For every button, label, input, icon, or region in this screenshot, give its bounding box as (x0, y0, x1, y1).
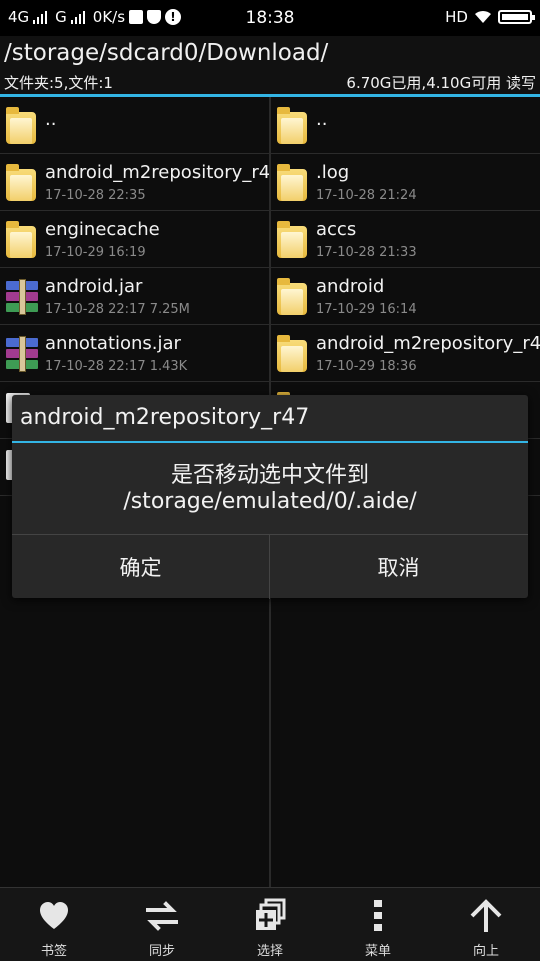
battery-icon (498, 10, 535, 24)
sync-label: 同步 (148, 944, 175, 959)
up-button[interactable]: 向上 (432, 888, 540, 961)
list-item[interactable]: android_m2repository_r47 17-10-28 22:35 (0, 154, 282, 211)
menu-label: 菜单 (364, 944, 391, 959)
status-right: HD (445, 8, 535, 26)
bookmarks-button[interactable]: 书签 (0, 888, 108, 961)
item-name: accs (316, 219, 357, 240)
bookmarks-label: 书签 (40, 944, 67, 959)
item-name: android.jar (45, 276, 143, 297)
item-meta: 17-10-28 21:33 (316, 245, 417, 260)
more-vertical-icon (374, 900, 382, 931)
folder-icon (6, 106, 36, 144)
move-confirm-dialog: android_m2repository_r47 是否移动选中文件到 /stor… (12, 395, 528, 599)
item-name: annotations.jar (45, 333, 181, 354)
arrow-up-icon (470, 899, 502, 932)
archive-icon (6, 334, 38, 372)
storage-info: 6.70G已用,4.10G可用 读写 (346, 74, 536, 92)
item-meta: 17-10-29 18:36 (316, 359, 417, 374)
item-name: android (316, 276, 385, 297)
item-name: android_m2repository_r47 (316, 333, 540, 354)
swap-arrows-icon (146, 901, 178, 931)
dialog-title-divider (12, 441, 528, 443)
bottom-toolbar: 书签 同步 选择 菜单 向上 (0, 887, 540, 961)
multi-select-icon (256, 898, 286, 930)
wifi-icon (474, 10, 492, 24)
select-label: 选择 (256, 944, 283, 959)
list-item[interactable]: android_m2repository_r47 17-10-29 18:36 (271, 325, 540, 382)
dialog-button-bar: 确定 取消 (12, 534, 528, 599)
hd-label: HD (445, 8, 468, 26)
item-meta: 17-10-28 22:17 1.43K (45, 359, 188, 374)
folder-icon (277, 277, 307, 315)
cancel-button[interactable]: 取消 (270, 535, 527, 599)
dialog-title: android_m2repository_r47 (20, 405, 310, 430)
item-meta: 17-10-29 16:19 (45, 245, 146, 260)
current-path[interactable]: /storage/sdcard0/Download/ (4, 40, 328, 66)
dialog-target-path: /storage/emulated/0/.aide/ (123, 489, 417, 514)
item-meta: 17-10-28 22:35 (45, 188, 146, 203)
list-item[interactable]: android 17-10-29 16:14 (271, 268, 540, 325)
select-button[interactable]: 选择 (216, 888, 324, 961)
sync-button[interactable]: 同步 (108, 888, 216, 961)
status-bar: 4G G 0K/s ! 18:38 HD (0, 0, 540, 36)
list-item[interactable]: accs 17-10-28 21:33 (271, 211, 540, 268)
item-meta: 17-10-29 16:14 (316, 302, 417, 317)
heart-icon (40, 902, 68, 929)
folder-icon (277, 220, 307, 258)
item-meta: 17-10-28 21:24 (316, 188, 417, 203)
folder-icon (277, 334, 307, 372)
item-counts: 文件夹:5,文件:1 (4, 74, 113, 92)
list-item[interactable]: android.jar 17-10-28 22:17 7.25M (0, 268, 269, 325)
item-name: .. (45, 109, 57, 130)
folder-icon (277, 163, 307, 201)
up-label: 向上 (472, 944, 499, 959)
item-name: enginecache (45, 219, 160, 240)
list-item[interactable]: .log 17-10-28 21:24 (271, 154, 540, 211)
path-header: /storage/sdcard0/Download/ 文件夹:5,文件:1 6.… (0, 36, 540, 96)
list-item[interactable]: .. (0, 97, 269, 154)
item-name: android_m2repository_r47 (45, 162, 282, 183)
item-name: .log (316, 162, 350, 183)
folder-icon (277, 106, 307, 144)
archive-icon (6, 277, 38, 315)
item-meta: 17-10-28 22:17 7.25M (45, 302, 190, 317)
dialog-message: 是否移动选中文件到 (170, 463, 369, 488)
list-item[interactable]: annotations.jar 17-10-28 22:17 1.43K (0, 325, 269, 382)
folder-icon (6, 220, 36, 258)
item-name: .. (316, 109, 328, 130)
confirm-button[interactable]: 确定 (12, 535, 270, 599)
list-item[interactable]: enginecache 17-10-29 16:19 (0, 211, 269, 268)
list-item[interactable]: .. (271, 97, 540, 154)
folder-icon (6, 163, 36, 201)
menu-button[interactable]: 菜单 (324, 888, 432, 961)
